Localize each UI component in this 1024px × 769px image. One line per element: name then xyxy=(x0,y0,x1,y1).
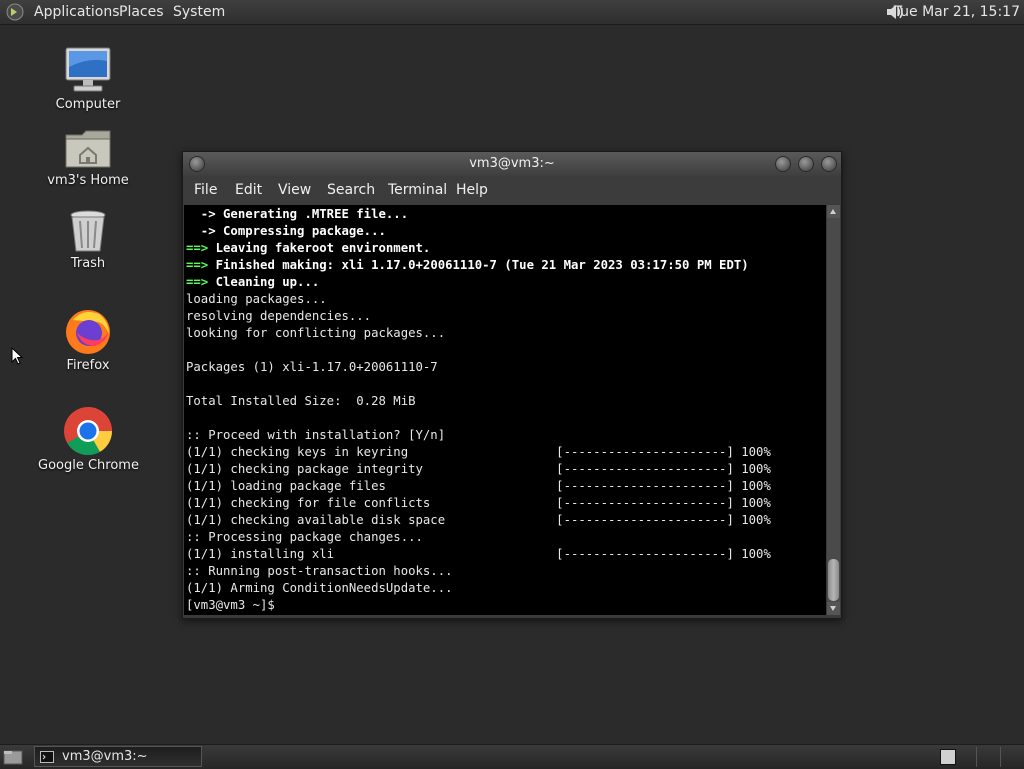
terminal-line: -> Compressing package... xyxy=(186,224,386,238)
show-desktop-icon[interactable] xyxy=(3,748,23,766)
terminal-line: (1/1) checking available disk space [---… xyxy=(186,513,771,527)
terminal-menubar: File Edit View Search Terminal Help xyxy=(183,176,841,204)
places-menu[interactable]: Places xyxy=(119,3,164,21)
applications-menu[interactable]: Applications xyxy=(34,3,120,21)
terminal-line: ==> Leaving fakeroot environment. xyxy=(186,241,431,255)
workspace-divider xyxy=(1000,747,1001,767)
clock[interactable]: Tue Mar 21, 15:17 xyxy=(894,3,1020,21)
desktop-icon-trash[interactable]: Trash xyxy=(38,208,138,271)
terminal-line: ==> Cleaning up... xyxy=(186,275,320,289)
maximize-button[interactable] xyxy=(798,156,814,172)
computer-icon xyxy=(65,47,111,92)
terminal-line: :: Running post-transaction hooks... xyxy=(186,564,453,578)
home-folder-icon xyxy=(65,130,111,168)
desktop-icon-label: Trash xyxy=(70,256,106,271)
terminal-line: Packages (1) xli-1.17.0+20061110-7 xyxy=(186,360,438,374)
desktop-icon-chrome[interactable]: Google Chrome xyxy=(38,406,139,473)
workspace-switcher-1[interactable] xyxy=(940,749,956,765)
terminal-scrollbar[interactable] xyxy=(827,205,840,615)
terminal-line: :: Processing package changes... xyxy=(186,530,423,544)
top-panel: Applications Places System Tue Mar 21, 1… xyxy=(0,0,1024,25)
minimize-button[interactable] xyxy=(775,156,791,172)
mouse-pointer-icon xyxy=(11,347,23,365)
terminal-line: loading packages... xyxy=(186,292,327,306)
bottom-panel: vm3@vm3:~ xyxy=(0,744,1024,769)
menu-search[interactable]: Search xyxy=(327,182,375,198)
terminal-line: (1/1) checking keys in keyring [--------… xyxy=(186,445,771,459)
system-menu[interactable]: System xyxy=(173,3,225,21)
window-titlebar[interactable]: vm3@vm3:~ xyxy=(183,152,841,176)
taskbar-button-label: vm3@vm3:~ xyxy=(62,749,148,764)
terminal-window[interactable]: vm3@vm3:~ File Edit View Search Terminal… xyxy=(182,151,842,619)
terminal-line: :: Proceed with installation? [Y/n] xyxy=(186,428,446,442)
menu-help[interactable]: Help xyxy=(456,182,488,198)
terminal-line: (1/1) Arming ConditionNeedsUpdate... xyxy=(186,581,453,595)
terminal-line: looking for conflicting packages... xyxy=(186,326,446,340)
desktop-icon-label: vm3's Home xyxy=(47,173,129,188)
menu-view[interactable]: View xyxy=(278,182,311,198)
menu-edit[interactable]: Edit xyxy=(235,182,262,198)
terminal-line: (1/1) checking for file conflicts [-----… xyxy=(186,496,771,510)
desktop-icon-label: Computer xyxy=(55,97,121,112)
desktop-icon-label: Google Chrome xyxy=(38,458,139,473)
main-menu-logo-icon[interactable] xyxy=(6,3,24,21)
terminal-line: Total Installed Size: 0.28 MiB xyxy=(186,394,416,408)
terminal-line: [vm3@vm3 ~]$ xyxy=(186,598,283,612)
chrome-icon xyxy=(64,407,112,456)
menu-terminal[interactable]: Terminal xyxy=(388,182,447,198)
window-title: vm3@vm3:~ xyxy=(469,156,555,171)
taskbar-button-terminal[interactable]: vm3@vm3:~ xyxy=(34,746,202,767)
firefox-icon xyxy=(66,310,110,354)
terminal-line: (1/1) loading package files [-----------… xyxy=(186,479,771,493)
terminal-line: (1/1) checking package integrity [------… xyxy=(186,462,771,476)
menu-file[interactable]: File xyxy=(194,182,217,198)
terminal-text: -> Generating .MTREE file... -> Compress… xyxy=(184,205,826,614)
workspace-divider xyxy=(976,747,977,767)
terminal-line: resolving dependencies... xyxy=(186,309,372,323)
scroll-down-arrow-icon[interactable] xyxy=(827,602,840,615)
desktop-icon-home[interactable]: vm3's Home xyxy=(38,127,138,188)
terminal-line: -> Generating .MTREE file... xyxy=(186,207,409,221)
terminal-output[interactable]: -> Generating .MTREE file... -> Compress… xyxy=(184,205,826,615)
trash-icon xyxy=(70,210,106,252)
terminal-line: (1/1) installing xli [------------------… xyxy=(186,547,771,561)
scrollbar-thumb[interactable] xyxy=(828,559,839,601)
desktop-icon-firefox[interactable]: Firefox xyxy=(38,306,138,373)
desktop-icon-computer[interactable]: Computer xyxy=(38,45,138,112)
terminal-line: ==> Finished making: xli 1.17.0+20061110… xyxy=(186,258,749,272)
desktop-icon-label: Firefox xyxy=(66,358,110,373)
close-button[interactable] xyxy=(821,156,837,172)
terminal-icon xyxy=(40,751,54,763)
scroll-up-arrow-icon[interactable] xyxy=(827,205,840,218)
